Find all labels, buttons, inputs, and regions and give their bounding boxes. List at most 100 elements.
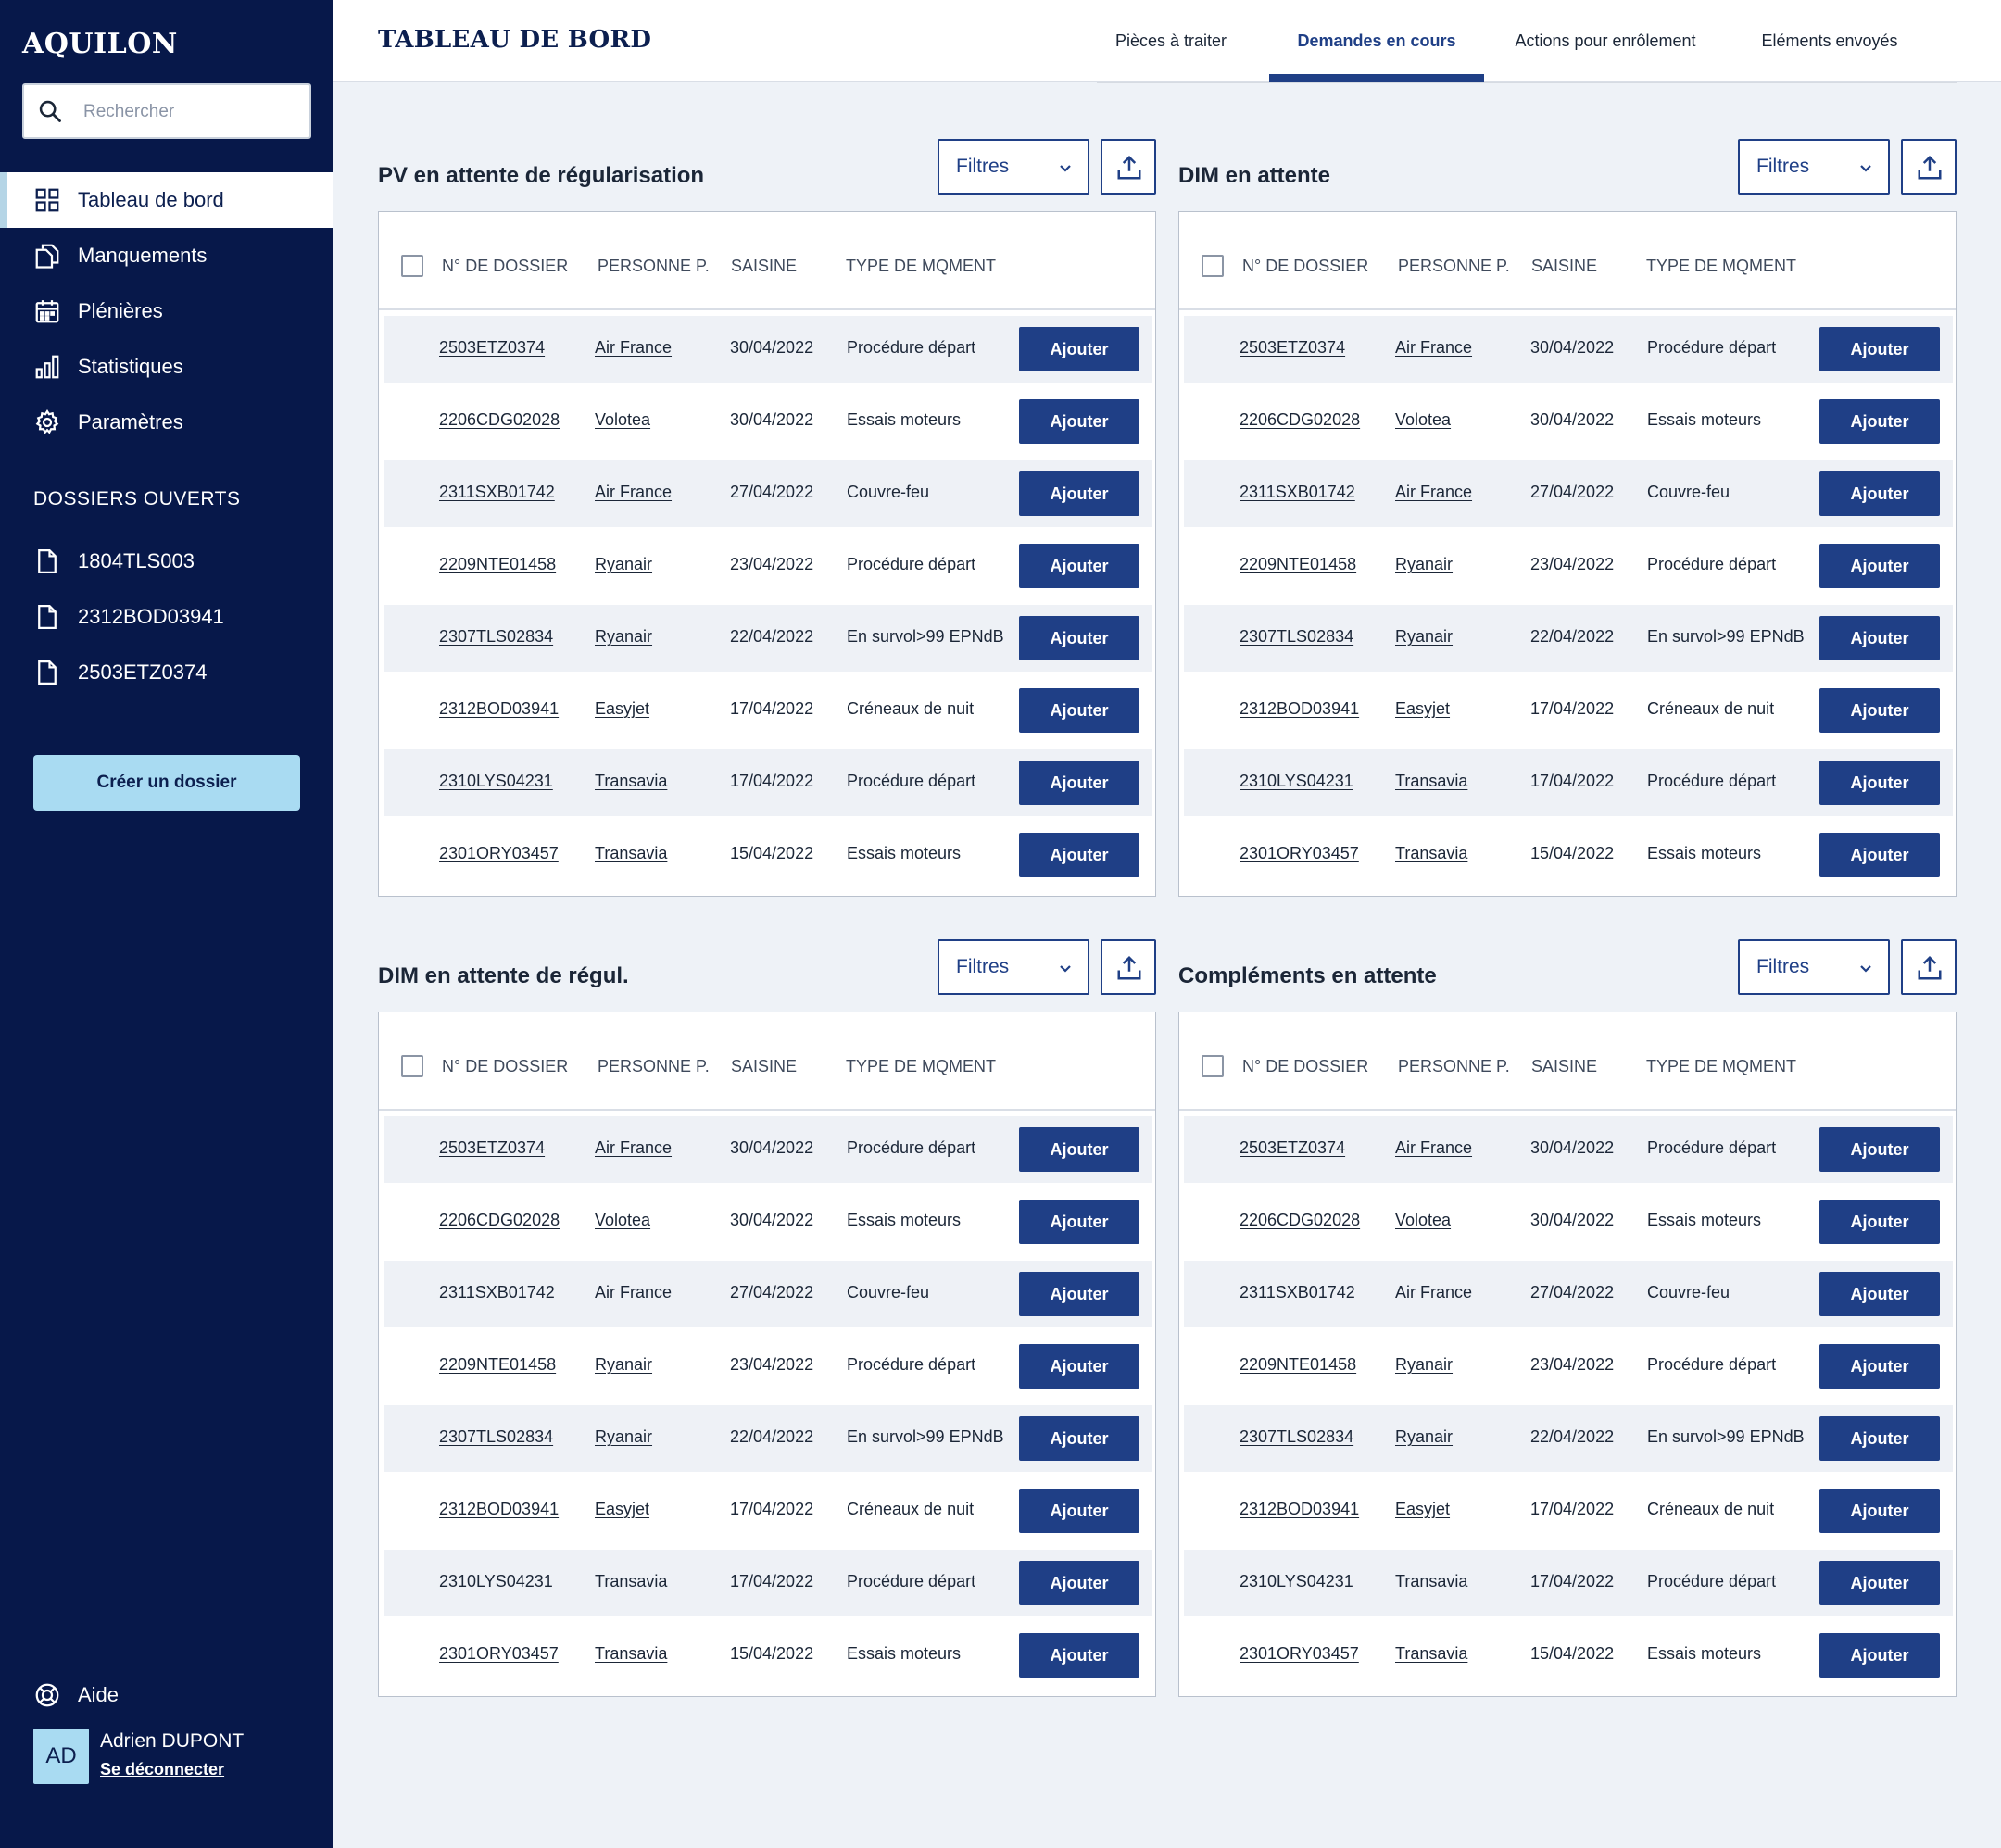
dossier-link[interactable]: 2312BOD03941 xyxy=(439,699,559,719)
open-file-item[interactable]: 2503ETZ0374 xyxy=(0,645,334,700)
add-button[interactable]: Ajouter xyxy=(1019,1561,1139,1605)
column-header-type[interactable]: TYPE DE MQMENT xyxy=(846,257,996,276)
dossier-link[interactable]: 2301ORY03457 xyxy=(439,844,559,863)
personne-link[interactable]: Transavia xyxy=(1395,1572,1467,1591)
dossier-link[interactable]: 2311SXB01742 xyxy=(1240,1283,1355,1302)
add-button[interactable]: Ajouter xyxy=(1819,1272,1940,1316)
personne-link[interactable]: Ryanair xyxy=(1395,627,1453,647)
column-header-saisine[interactable]: SAISINE xyxy=(731,1057,797,1076)
dossier-link[interactable]: 2206CDG02028 xyxy=(439,1211,560,1230)
dossier-link[interactable]: 2503ETZ0374 xyxy=(439,338,545,358)
personne-link[interactable]: Volotea xyxy=(1395,410,1451,430)
dossier-link[interactable]: 2301ORY03457 xyxy=(1240,844,1359,863)
column-header-dossier[interactable]: N° DE DOSSIER xyxy=(1242,257,1368,276)
dossier-link[interactable]: 2307TLS02834 xyxy=(1240,627,1353,647)
add-button[interactable]: Ajouter xyxy=(1819,544,1940,588)
personne-link[interactable]: Ryanair xyxy=(595,627,652,647)
dossier-link[interactable]: 2311SXB01742 xyxy=(439,1283,555,1302)
search-input[interactable]: Rechercher xyxy=(22,83,311,139)
add-button[interactable]: Ajouter xyxy=(1819,399,1940,444)
dossier-link[interactable]: 2503ETZ0374 xyxy=(439,1138,545,1158)
add-button[interactable]: Ajouter xyxy=(1019,399,1139,444)
column-header-saisine[interactable]: SAISINE xyxy=(1531,257,1597,276)
open-file-item[interactable]: 2312BOD03941 xyxy=(0,589,334,645)
add-button[interactable]: Ajouter xyxy=(1819,688,1940,733)
personne-link[interactable]: Air France xyxy=(1395,338,1472,358)
dossier-link[interactable]: 2206CDG02028 xyxy=(439,410,560,430)
dossier-link[interactable]: 2301ORY03457 xyxy=(1240,1644,1359,1664)
add-button[interactable]: Ajouter xyxy=(1819,1127,1940,1172)
personne-link[interactable]: Easyjet xyxy=(1395,1500,1450,1519)
dossier-link[interactable]: 2307TLS02834 xyxy=(439,1427,553,1447)
add-button[interactable]: Ajouter xyxy=(1019,1416,1139,1461)
filter-dropdown[interactable]: Filtres xyxy=(1738,939,1890,995)
personne-link[interactable]: Ryanair xyxy=(595,1427,652,1447)
personne-link[interactable]: Air France xyxy=(1395,483,1472,502)
add-button[interactable]: Ajouter xyxy=(1019,471,1139,516)
add-button[interactable]: Ajouter xyxy=(1019,1272,1139,1316)
add-button[interactable]: Ajouter xyxy=(1019,761,1139,805)
dossier-link[interactable]: 2307TLS02834 xyxy=(439,627,553,647)
dossier-link[interactable]: 2311SXB01742 xyxy=(439,483,555,502)
dossier-link[interactable]: 2206CDG02028 xyxy=(1240,410,1360,430)
tab-demandes-en-cours[interactable]: Demandes en cours xyxy=(1269,0,1484,82)
export-button[interactable] xyxy=(1901,139,1957,195)
personne-link[interactable]: Air France xyxy=(1395,1138,1472,1158)
add-button[interactable]: Ajouter xyxy=(1819,761,1940,805)
sidebar-item-plenieres[interactable]: Plénières xyxy=(0,283,334,339)
logout-link[interactable]: Se déconnecter xyxy=(100,1760,224,1779)
personne-link[interactable]: Air France xyxy=(595,1283,672,1302)
personne-link[interactable]: Volotea xyxy=(1395,1211,1451,1230)
dossier-link[interactable]: 2301ORY03457 xyxy=(439,1644,559,1664)
add-button[interactable]: Ajouter xyxy=(1019,833,1139,877)
column-header-saisine[interactable]: SAISINE xyxy=(731,257,797,276)
dossier-link[interactable]: 2310LYS04231 xyxy=(439,1572,553,1591)
dossier-link[interactable]: 2503ETZ0374 xyxy=(1240,1138,1345,1158)
personne-link[interactable]: Volotea xyxy=(595,1211,650,1230)
column-header-personne[interactable]: PERSONNE P. xyxy=(598,257,710,276)
select-all-checkbox[interactable] xyxy=(1202,255,1224,277)
column-header-saisine[interactable]: SAISINE xyxy=(1531,1057,1597,1076)
personne-link[interactable]: Transavia xyxy=(595,1644,667,1664)
select-all-checkbox[interactable] xyxy=(401,255,423,277)
column-header-dossier[interactable]: N° DE DOSSIER xyxy=(1242,1057,1368,1076)
filter-dropdown[interactable]: Filtres xyxy=(938,139,1089,195)
add-button[interactable]: Ajouter xyxy=(1019,1489,1139,1533)
personne-link[interactable]: Volotea xyxy=(595,410,650,430)
personne-link[interactable]: Ryanair xyxy=(595,555,652,574)
create-dossier-button[interactable]: Créer un dossier xyxy=(33,755,300,811)
add-button[interactable]: Ajouter xyxy=(1019,688,1139,733)
add-button[interactable]: Ajouter xyxy=(1019,544,1139,588)
column-header-type[interactable]: TYPE DE MQMENT xyxy=(1646,1057,1796,1076)
personne-link[interactable]: Easyjet xyxy=(595,1500,649,1519)
personne-link[interactable]: Air France xyxy=(595,483,672,502)
personne-link[interactable]: Easyjet xyxy=(1395,699,1450,719)
column-header-personne[interactable]: PERSONNE P. xyxy=(1398,1057,1510,1076)
add-button[interactable]: Ajouter xyxy=(1819,1633,1940,1678)
add-button[interactable]: Ajouter xyxy=(1019,327,1139,371)
sidebar-item-statistiques[interactable]: Statistiques xyxy=(0,339,334,395)
column-header-type[interactable]: TYPE DE MQMENT xyxy=(846,1057,996,1076)
personne-link[interactable]: Ryanair xyxy=(595,1355,652,1375)
dossier-link[interactable]: 2312BOD03941 xyxy=(1240,1500,1359,1519)
personne-link[interactable]: Air France xyxy=(595,1138,672,1158)
filter-dropdown[interactable]: Filtres xyxy=(938,939,1089,995)
sidebar-item-manquements[interactable]: Manquements xyxy=(0,228,334,283)
dossier-link[interactable]: 2312BOD03941 xyxy=(439,1500,559,1519)
dossier-link[interactable]: 2312BOD03941 xyxy=(1240,699,1359,719)
dossier-link[interactable]: 2307TLS02834 xyxy=(1240,1427,1353,1447)
personne-link[interactable]: Ryanair xyxy=(1395,1355,1453,1375)
add-button[interactable]: Ajouter xyxy=(1819,616,1940,660)
select-all-checkbox[interactable] xyxy=(401,1055,423,1077)
dossier-link[interactable]: 2209NTE01458 xyxy=(1240,555,1356,574)
dossier-link[interactable]: 2209NTE01458 xyxy=(1240,1355,1356,1375)
personne-link[interactable]: Transavia xyxy=(595,1572,667,1591)
open-file-item[interactable]: 1804TLS003 xyxy=(0,534,334,589)
add-button[interactable]: Ajouter xyxy=(1019,1633,1139,1678)
tab-elements-envoyes[interactable]: Eléments envoyés xyxy=(1723,0,1936,82)
add-button[interactable]: Ajouter xyxy=(1819,1561,1940,1605)
column-header-type[interactable]: TYPE DE MQMENT xyxy=(1646,257,1796,276)
add-button[interactable]: Ajouter xyxy=(1819,1344,1940,1389)
add-button[interactable]: Ajouter xyxy=(1019,1127,1139,1172)
add-button[interactable]: Ajouter xyxy=(1819,1416,1940,1461)
